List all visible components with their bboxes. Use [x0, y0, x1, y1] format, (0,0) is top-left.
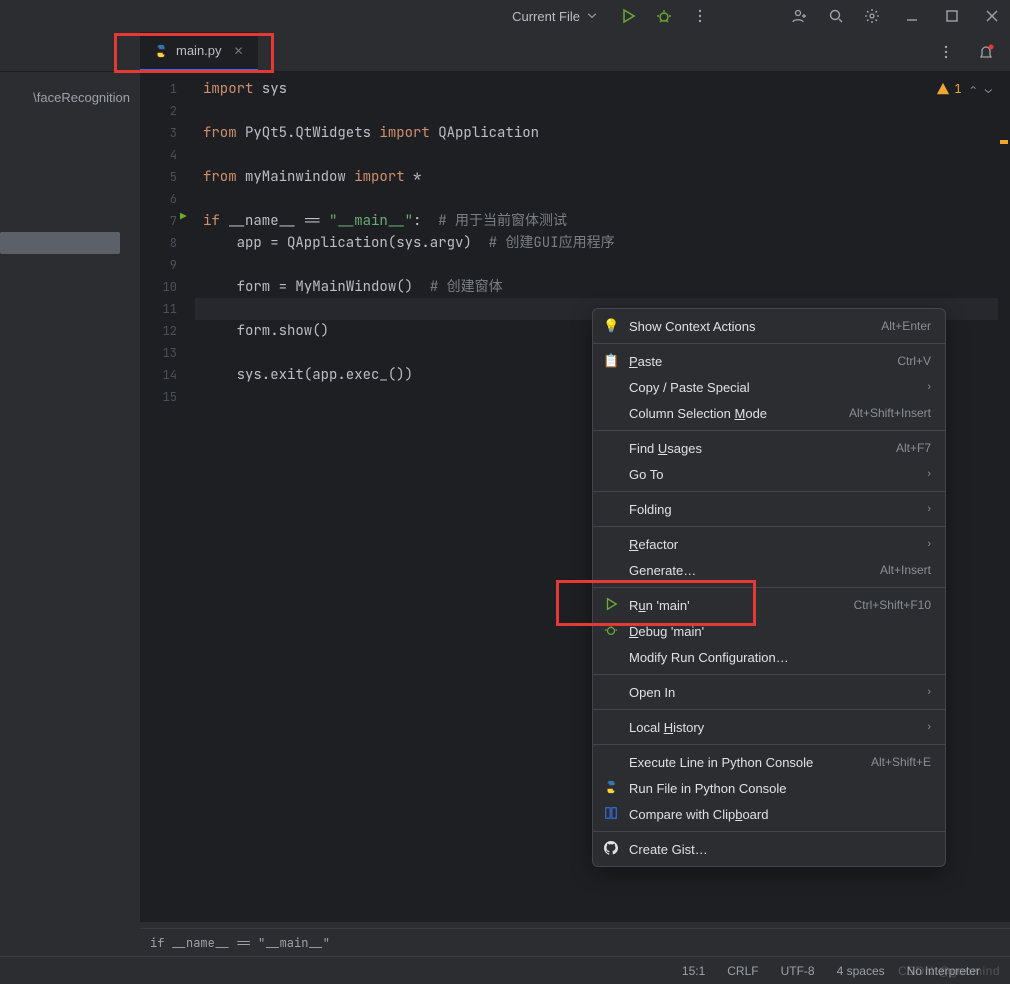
bulb-icon: 💡: [603, 318, 619, 334]
breadcrumb-bar[interactable]: if __name__ == "__main__": [140, 928, 1010, 956]
menu-copy-paste-special[interactable]: Copy / Paste Special›: [593, 374, 945, 400]
status-bar: 15:1 CRLF UTF-8 4 spaces No interpreter: [0, 956, 1010, 984]
search-everywhere-icon[interactable]: [826, 6, 846, 26]
menu-run-main[interactable]: Run 'main' Ctrl+Shift+F10: [593, 592, 945, 618]
diff-icon: [603, 806, 619, 823]
menu-find-usages[interactable]: Find Usages Alt+F7: [593, 435, 945, 461]
menu-debug-main[interactable]: Debug 'main': [593, 618, 945, 644]
menu-generate[interactable]: Generate…Alt+Insert: [593, 557, 945, 583]
window-close[interactable]: [982, 6, 1002, 26]
menu-goto[interactable]: Go To›: [593, 461, 945, 487]
watermark: CSDN @gonmind: [898, 964, 1000, 978]
menu-open-in[interactable]: Open In›: [593, 679, 945, 705]
project-tree-selection[interactable]: [0, 232, 120, 254]
scroll-warning-marker[interactable]: [1000, 140, 1008, 144]
run-config-label: Current File: [512, 9, 580, 24]
settings-icon[interactable]: [862, 6, 882, 26]
notifications-icon[interactable]: [976, 42, 996, 62]
menu-execute-line-console[interactable]: Execute Line in Python ConsoleAlt+Shift+…: [593, 749, 945, 775]
python-file-icon: [154, 44, 168, 58]
menu-column-selection[interactable]: Column Selection Mode Alt+Shift+Insert: [593, 400, 945, 426]
line-gutter: 1 2 3 4 5 6 7 8 9 10 11 12 13 14 15 ▶: [140, 72, 195, 922]
menu-compare-clipboard[interactable]: Compare with Clipboard: [593, 801, 945, 827]
status-caret-pos[interactable]: 15:1: [682, 964, 705, 978]
editor-more-icon[interactable]: [936, 42, 956, 62]
menu-modify-run-config[interactable]: Modify Run Configuration…: [593, 644, 945, 670]
status-indent[interactable]: 4 spaces: [837, 964, 885, 978]
menu-folding[interactable]: Folding›: [593, 496, 945, 522]
editor-context-menu: 💡 Show Context Actions Alt+Enter 📋 Paste…: [592, 308, 946, 867]
more-button[interactable]: [690, 6, 710, 26]
debug-icon: [603, 623, 619, 640]
inspection-badge[interactable]: 1 ⌃ ⌄: [936, 78, 992, 100]
status-line-sep[interactable]: CRLF: [727, 964, 758, 978]
debug-button[interactable]: [654, 6, 674, 26]
menu-show-context-actions[interactable]: 💡 Show Context Actions Alt+Enter: [593, 313, 945, 339]
clipboard-icon: 📋: [603, 353, 619, 369]
chevron-down-icon: [586, 10, 598, 22]
file-tab-main[interactable]: main.py ✕: [140, 32, 258, 71]
python-icon: [603, 780, 619, 797]
project-path: \faceRecognition: [0, 90, 140, 105]
code-with-me-icon[interactable]: [790, 6, 810, 26]
menu-local-history[interactable]: Local History ›: [593, 714, 945, 740]
menu-run-file-console[interactable]: Run File in Python Console: [593, 775, 945, 801]
window-minimize[interactable]: [902, 6, 922, 26]
run-config-selector[interactable]: Current File: [504, 5, 606, 28]
window-maximize[interactable]: [942, 6, 962, 26]
menu-refactor[interactable]: Refactor ›: [593, 531, 945, 557]
github-icon: [603, 841, 619, 858]
status-encoding[interactable]: UTF-8: [781, 964, 815, 978]
run-icon: [603, 597, 619, 614]
menu-create-gist[interactable]: Create Gist…: [593, 836, 945, 862]
close-tab-icon[interactable]: ✕: [234, 44, 244, 58]
tab-filename: main.py: [176, 43, 222, 58]
run-button[interactable]: [618, 6, 638, 26]
menu-paste[interactable]: 📋 Paste Ctrl+V: [593, 348, 945, 374]
gutter-run-icon[interactable]: ▶: [180, 210, 187, 224]
